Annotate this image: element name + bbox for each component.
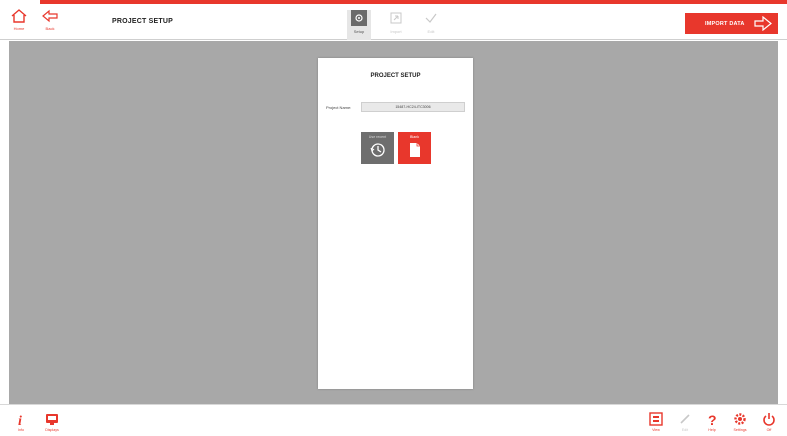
- gear-icon: [734, 413, 746, 425]
- settings-button[interactable]: Settings: [729, 412, 751, 436]
- monitor-icon: [46, 414, 58, 425]
- import-step-box: [388, 10, 404, 26]
- project-name-field[interactable]: 15487-HC24-ITC3006: [361, 102, 465, 112]
- home-icon: [11, 9, 27, 23]
- project-name-label: Project Name:: [326, 105, 352, 110]
- setup-step-box: [351, 10, 367, 26]
- check-icon: [425, 13, 437, 23]
- back-label: Back: [45, 26, 55, 31]
- accent-bar: [40, 0, 787, 4]
- step-setup-label: Setup: [353, 29, 365, 34]
- step-import-label: Import: [390, 29, 402, 34]
- edit-button[interactable]: Edit: [674, 412, 696, 436]
- info-button[interactable]: i Info: [10, 412, 32, 436]
- home-button[interactable]: Home: [6, 8, 32, 38]
- blank-project-button[interactable]: Blank: [398, 132, 431, 164]
- back-arrow-icon: [42, 9, 58, 23]
- bottom-toolbar: i Info Displays View Edit ? Help Setting…: [0, 404, 787, 436]
- pencil-icon: [680, 414, 690, 424]
- gear-icon: [355, 14, 363, 22]
- blank-label: Blank: [410, 135, 419, 139]
- import-data-label: IMPORT DATA: [705, 20, 745, 27]
- info-icon: i: [18, 414, 22, 426]
- top-toolbar: Home Back PROJECT SETUP Setup Import Edi…: [0, 0, 787, 40]
- edit-step-box: [423, 10, 439, 26]
- power-icon: [763, 413, 775, 426]
- history-clock-icon: [370, 143, 385, 157]
- forward-arrow-icon: [754, 16, 772, 31]
- step-setup[interactable]: Setup: [347, 10, 371, 40]
- import-data-button[interactable]: IMPORT DATA: [685, 13, 778, 34]
- home-label: Home: [13, 26, 25, 31]
- project-setup-panel: PROJECT SETUP Project Name: 15487-HC24-I…: [318, 58, 473, 389]
- display-button[interactable]: Displays: [41, 412, 63, 436]
- help-button[interactable]: ? Help: [701, 412, 723, 436]
- view-button[interactable]: View: [645, 412, 667, 436]
- svg-text:?: ?: [708, 412, 717, 426]
- step-edit[interactable]: Edit: [419, 10, 443, 40]
- panel-title: PROJECT SETUP: [370, 73, 421, 79]
- display-label: Displays: [45, 428, 59, 432]
- blank-document-icon: [409, 143, 420, 157]
- settings-label: Settings: [733, 428, 747, 432]
- step-edit-label: Edit: [427, 29, 435, 34]
- info-label: Info: [18, 428, 24, 432]
- back-button[interactable]: Back: [37, 8, 63, 38]
- help-question-icon: ?: [708, 412, 717, 426]
- svg-text:i: i: [18, 414, 22, 426]
- page-title: PROJECT SETUP: [112, 18, 173, 25]
- view-icon: [649, 412, 663, 426]
- use-recent-button[interactable]: Use recent: [361, 132, 394, 164]
- power-button[interactable]: Off: [758, 412, 780, 436]
- step-import[interactable]: Import: [384, 10, 408, 40]
- use-recent-label: Use recent: [368, 135, 387, 139]
- help-label: Help: [708, 428, 716, 432]
- power-label: Off: [766, 428, 772, 432]
- edit-label: Edit: [681, 428, 689, 432]
- import-document-icon: [390, 12, 402, 24]
- view-label: View: [652, 428, 660, 432]
